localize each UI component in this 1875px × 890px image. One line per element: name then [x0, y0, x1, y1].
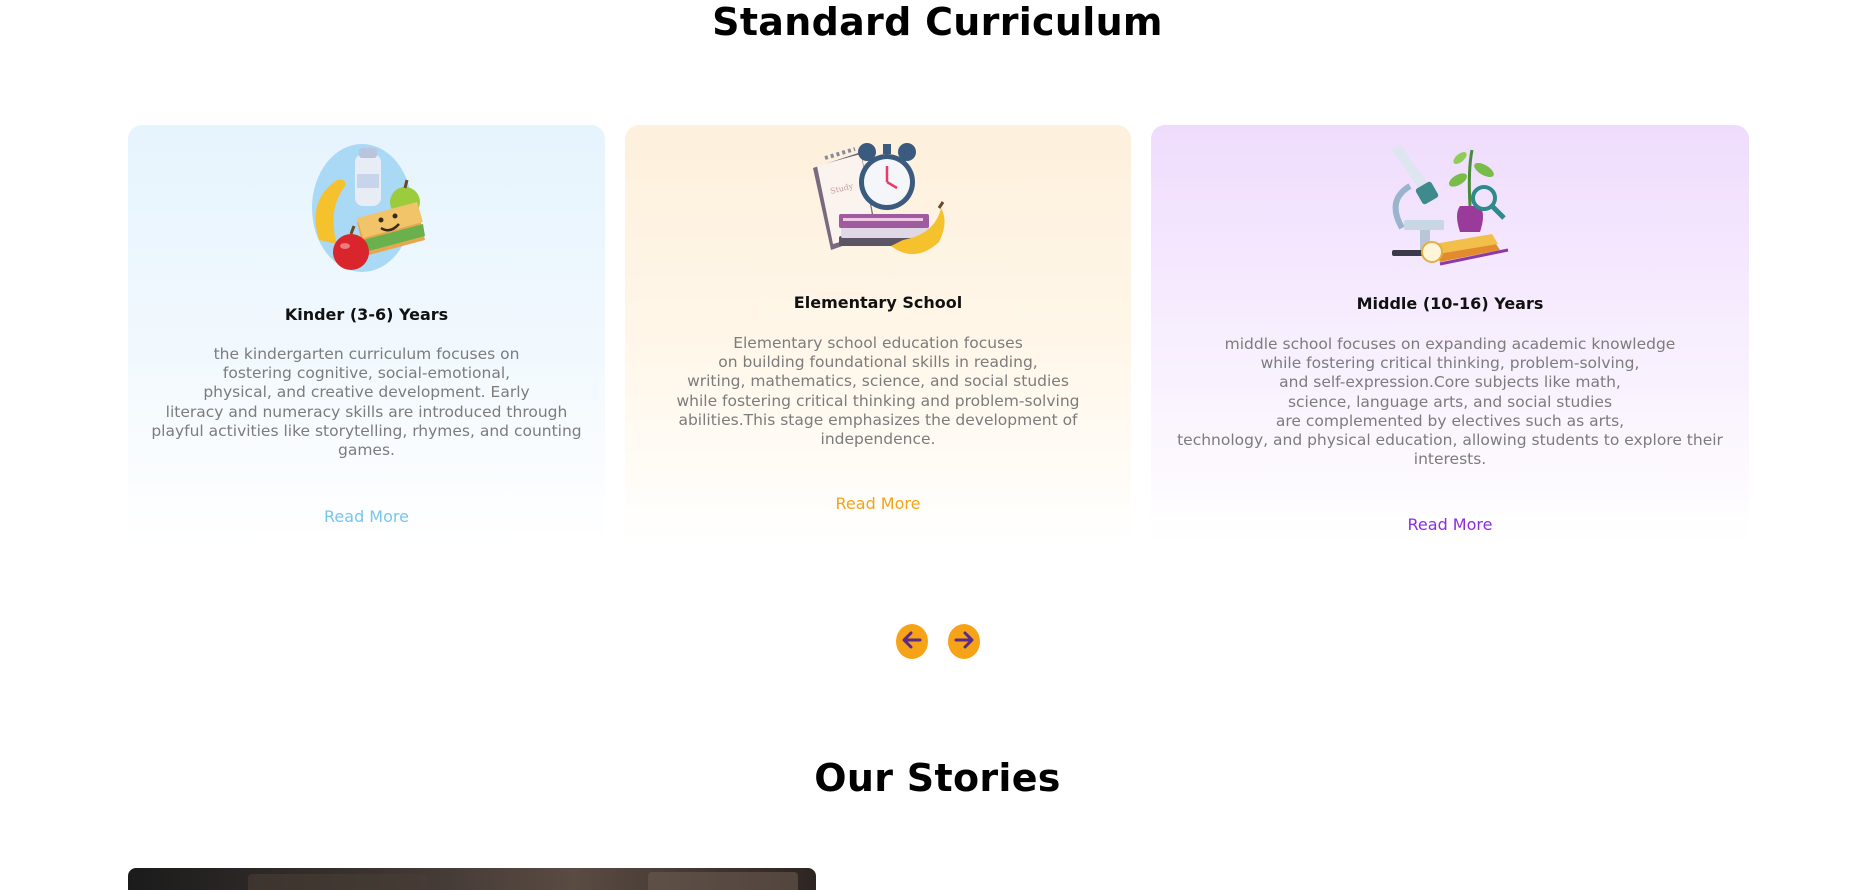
read-more-link[interactable]: Read More	[625, 494, 1131, 513]
curriculum-card-elementary: Study Elementary School Elementary schoo…	[625, 125, 1131, 545]
card-title: Kinder (3-6) Years	[284, 305, 449, 324]
card-description: Elementary school education focuses on b…	[676, 334, 1080, 449]
alarm-clock-books-icon: Study	[803, 138, 953, 272]
read-more-link[interactable]: Read More	[128, 507, 605, 526]
lunch-food-icon	[297, 140, 437, 284]
carousel-prev-button[interactable]	[896, 624, 928, 659]
read-more-link[interactable]: Read More	[1151, 515, 1749, 534]
arrow-right-icon	[953, 629, 975, 655]
story-image-detail	[648, 872, 798, 890]
card-title: Middle (10-16) Years	[1356, 294, 1544, 313]
page: Standard Curriculum Kinder (3-6) Years t…	[0, 0, 1875, 890]
curriculum-card-kinder: Kinder (3-6) Years the kindergarten curr…	[128, 125, 605, 545]
microscope-plant-icon	[1380, 140, 1520, 274]
story-image-detail	[248, 874, 428, 890]
card-description: the kindergarten curriculum focuses on f…	[151, 345, 582, 460]
card-description: middle school focuses on expanding acade…	[1177, 335, 1723, 469]
arrow-left-icon	[901, 629, 923, 655]
section-title-curriculum: Standard Curriculum	[712, 0, 1163, 44]
carousel-next-button[interactable]	[948, 624, 980, 659]
section-title-stories: Our Stories	[814, 756, 1061, 800]
story-card-image[interactable]	[128, 868, 816, 890]
card-title: Elementary School	[793, 293, 963, 312]
curriculum-card-middle: Middle (10-16) Years middle school focus…	[1151, 125, 1749, 545]
